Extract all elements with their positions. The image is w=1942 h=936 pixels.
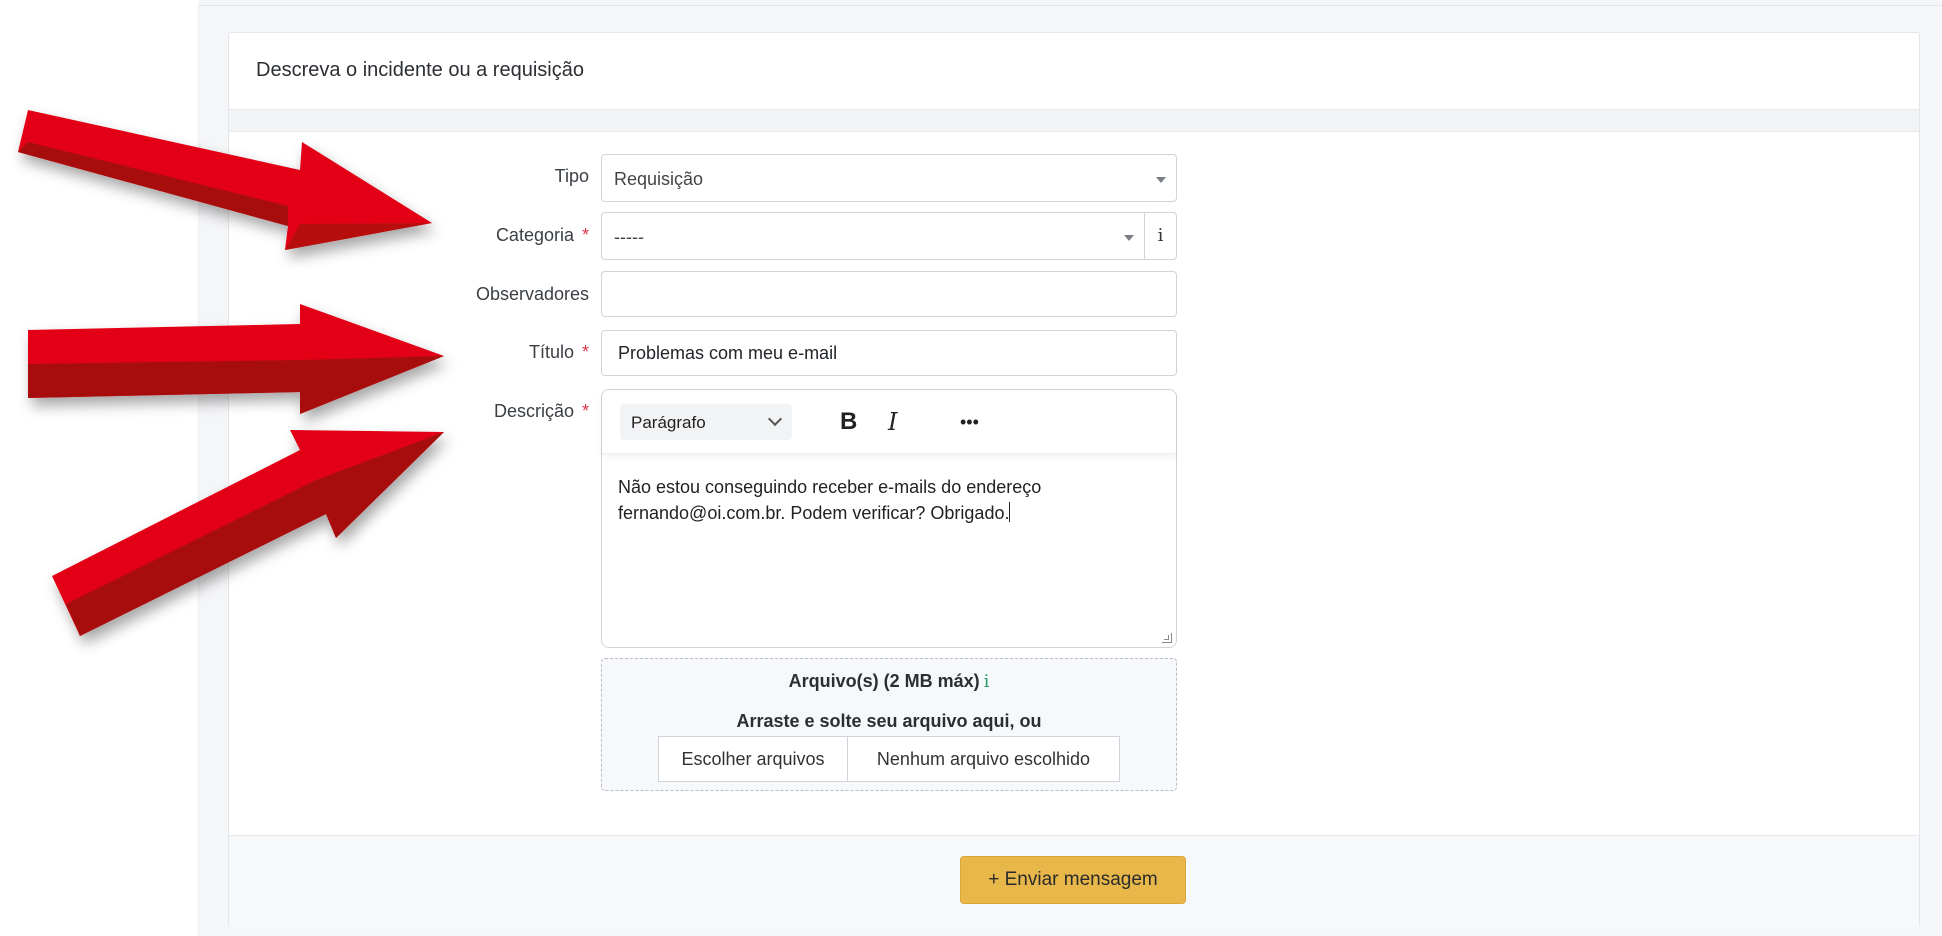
tipo-select[interactable]: Requisição	[601, 154, 1177, 202]
file-status: Nenhum arquivo escolhido	[876, 749, 1091, 769]
text-cursor	[1009, 502, 1011, 522]
categoria-info-button[interactable]: i	[1144, 213, 1176, 259]
italic-button[interactable]: I	[888, 408, 897, 436]
choose-files-button[interactable]: Escolher arquivos	[659, 737, 848, 781]
arrow-icon	[52, 430, 444, 636]
paragraph-format-select[interactable]: Parágrafo	[620, 404, 792, 440]
titulo-input[interactable]: Problemas com meu e-mail	[601, 330, 1177, 376]
paragraph-format-value: Parágrafo	[631, 413, 706, 432]
editor-text: Não estou conseguindo receber e-mails do…	[618, 477, 1042, 523]
caret-down-icon	[1156, 177, 1166, 183]
editor-content[interactable]: Não estou conseguindo receber e-mails do…	[618, 474, 1158, 526]
descricao-editor[interactable]: Parágrafo B I ••• Não estou conseguindo …	[601, 389, 1177, 648]
attachments-title-text: Arquivo(s) (2 MB máx)	[788, 671, 980, 691]
screen: Descreva o incidente ou a requisição Tip…	[0, 0, 1942, 936]
arrow-icon	[28, 304, 444, 414]
annotation-arrows	[18, 110, 444, 636]
bold-button[interactable]: B	[840, 408, 857, 436]
drop-instructions: Arraste e solte seu arquivo aqui, ou	[736, 711, 1042, 731]
more-options-button[interactable]: •••	[960, 412, 979, 433]
arrow-icon	[18, 110, 432, 250]
info-icon[interactable]: i	[984, 671, 990, 692]
resize-handle-icon[interactable]	[1162, 633, 1172, 643]
file-dropzone[interactable]: Arquivo(s) (2 MB máx) i Arraste e solte s…	[601, 658, 1177, 791]
send-message-button[interactable]: + Enviar mensagem	[960, 856, 1186, 904]
file-input[interactable]: Escolher arquivos Nenhum arquivo escolhi…	[658, 736, 1120, 782]
categoria-select[interactable]: ----- i	[601, 212, 1177, 260]
tipo-value: Requisição	[614, 169, 704, 189]
attachments-title: Arquivo(s) (2 MB máx) i	[602, 671, 1176, 692]
observadores-input[interactable]	[601, 271, 1177, 317]
chevron-down-icon	[767, 411, 783, 427]
caret-down-icon	[1124, 235, 1134, 241]
editor-toolbar: Parágrafo B I •••	[602, 390, 1176, 454]
